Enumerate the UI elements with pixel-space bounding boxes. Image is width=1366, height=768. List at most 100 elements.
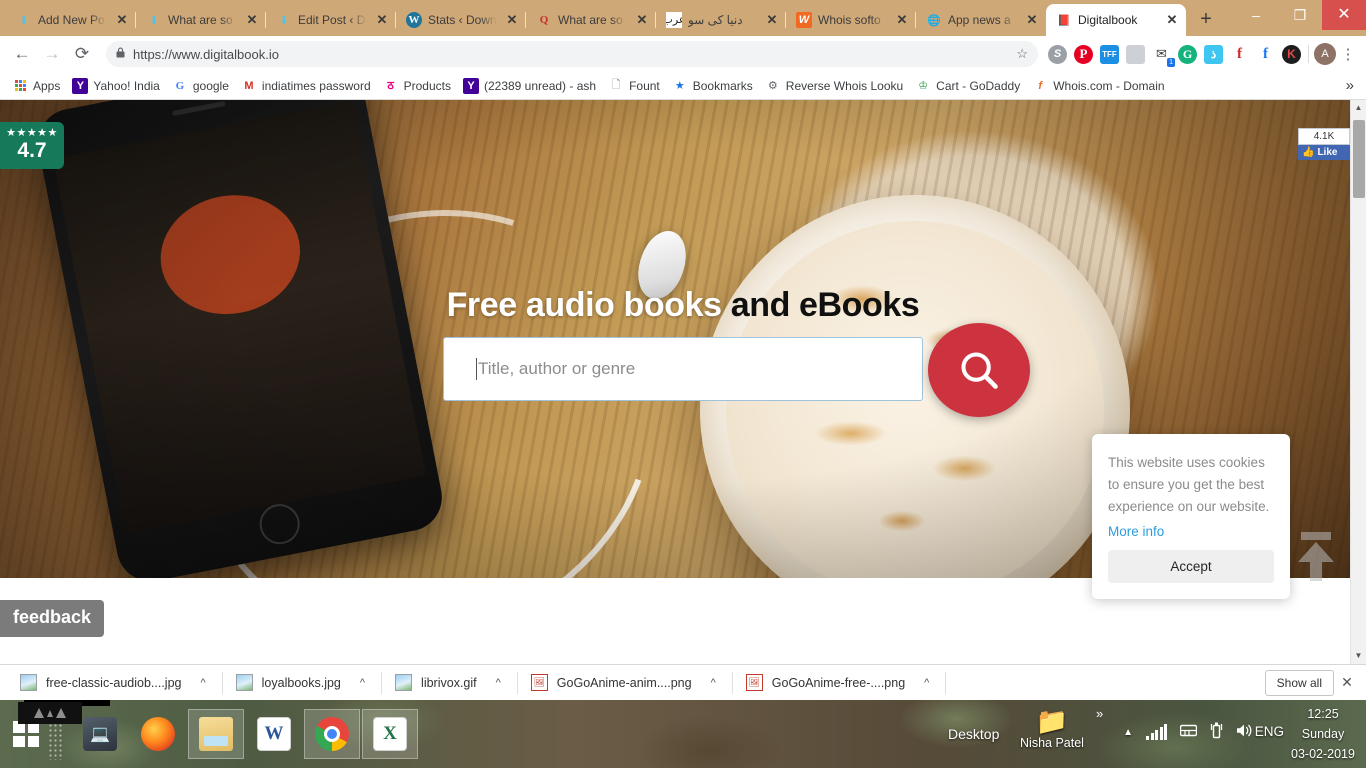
search-button[interactable] [928, 323, 1030, 417]
tab-close-button[interactable]: ✕ [114, 12, 130, 28]
grammarly-extension-icon[interactable]: G [1178, 44, 1197, 64]
search-input[interactable]: Title, author or genre [443, 337, 923, 401]
browser-tab[interactable]: W Whois softo ✕ [785, 4, 916, 36]
download-item[interactable]: loyalbooks.jpg ^ [221, 665, 381, 701]
download-menu-caret[interactable]: ^ [924, 677, 929, 689]
tff-extension-icon[interactable]: TFF [1100, 44, 1119, 64]
skype-extension-icon[interactable]: S [1048, 44, 1067, 64]
chrome-menu-icon[interactable]: ⋮ [1338, 45, 1358, 63]
screen: ⬇ Add New Po ✕ ⬇ What are so ✕ ⬇ Edit Post ‹ D ✕… [0, 0, 1366, 768]
browser-tab[interactable]: عرب دنیا کی سو ✕ [655, 4, 786, 36]
tab-close-button[interactable]: ✕ [1164, 12, 1180, 28]
bookmark-item[interactable]: ♔ Cart - GoDaddy [909, 76, 1026, 96]
download-menu-caret[interactable]: ^ [200, 677, 205, 689]
download-item[interactable]: librivox.gif ^ [381, 665, 517, 701]
maximize-button[interactable]: ❐ [1278, 0, 1322, 30]
excel-taskbar-button[interactable]: X [362, 709, 418, 759]
tab-title: Stats ‹ Down [428, 13, 497, 27]
download-item[interactable]: 🖼 GoGoAnime-anim....png ^ [516, 665, 732, 701]
address-bar[interactable]: https://www.digitalbook.io ☆ [106, 41, 1038, 67]
tab-close-button[interactable]: ✕ [504, 12, 520, 28]
file-thumbnail-icon: 🖼 [530, 674, 548, 691]
facebook-extension-icon[interactable]: f [1256, 45, 1275, 64]
profile-avatar[interactable]: A [1314, 43, 1336, 65]
cookie-accept-button[interactable]: Accept [1108, 550, 1274, 583]
word-taskbar-button[interactable]: W [246, 709, 302, 759]
book-icon: 📕 [1057, 14, 1071, 27]
download-filename: free-classic-audiob....jpg [46, 675, 182, 690]
volume-icon[interactable] [1236, 723, 1254, 742]
browser-tab[interactable]: ⬇ Edit Post ‹ D ✕ [265, 4, 396, 36]
browser-tab[interactable]: ⬇ What are so ✕ [135, 4, 266, 36]
minimize-button[interactable]: – [1234, 0, 1278, 30]
file-explorer-taskbar-button[interactable] [188, 709, 244, 759]
facebook-red-extension-icon[interactable]: f [1230, 45, 1249, 64]
scrollbar-down-arrow[interactable]: ▼ [1351, 648, 1366, 664]
facebook-like-button[interactable]: 👍 Like [1298, 145, 1350, 160]
bookmark-item[interactable]: Y (22389 unread) - ash [457, 76, 602, 96]
browser-tab[interactable]: ⬇ Add New Po ✕ [6, 4, 136, 36]
language-indicator[interactable]: ENG [1255, 724, 1284, 739]
clock[interactable]: 12:25 Sunday 03-02-2019 [1286, 704, 1360, 764]
tab-close-button[interactable]: ✕ [894, 12, 910, 28]
browser-tab[interactable]: W Stats ‹ Down ✕ [395, 4, 526, 36]
new-tab-button[interactable]: + [1192, 6, 1220, 34]
volume-popup-thumbnail[interactable] [18, 702, 82, 724]
download-menu-caret[interactable]: ^ [711, 677, 716, 689]
reload-button[interactable]: ⟳ [68, 40, 96, 68]
feedback-tab[interactable]: feedback [0, 600, 105, 637]
download-menu-caret[interactable]: ^ [496, 677, 501, 689]
download-menu-caret[interactable]: ^ [360, 677, 365, 689]
bookmark-item[interactable]: Mindiatimes password [235, 76, 377, 96]
browser-tab[interactable]: Q What are so ✕ [525, 4, 656, 36]
close-shelf-button[interactable]: ✕ [1334, 674, 1360, 691]
battery-icon[interactable] [1210, 722, 1223, 743]
tab-close-button[interactable]: ✕ [764, 12, 780, 28]
bookmark-item[interactable]: ★ Bookmarks [666, 76, 759, 96]
back-button[interactable]: ← [8, 40, 36, 68]
scrollbar-thumb[interactable] [1353, 120, 1365, 198]
bookmark-item[interactable]: ठ Products [377, 76, 457, 96]
show-desktop-label[interactable]: Desktop [948, 726, 999, 742]
bookmark-star-icon[interactable]: ☆ [1016, 46, 1028, 62]
download-item[interactable]: free-classic-audiob....jpg ^ [6, 665, 222, 701]
bookmark-item[interactable]: Ggoogle [166, 76, 235, 96]
toolbar-overflow-chevron[interactable]: » [1096, 706, 1103, 721]
blue-extension-icon[interactable]: ذ [1204, 44, 1223, 64]
grey-extension-icon[interactable] [1126, 44, 1145, 64]
close-window-button[interactable]: ✕ [1322, 0, 1366, 30]
tab-close-button[interactable]: ✕ [634, 12, 650, 28]
user-folder-shortcut[interactable]: 📁 Nisha Patel [1012, 706, 1092, 750]
scroll-to-top-icon[interactable] [1298, 532, 1334, 581]
search-icon [961, 352, 998, 389]
chrome-taskbar-button[interactable] [304, 709, 360, 759]
show-hidden-icons-button[interactable]: ▲ [1123, 727, 1133, 738]
toolbar-divider [1308, 45, 1309, 63]
browser-tab-active[interactable]: 📕 Digitalbook ✕ [1046, 4, 1186, 36]
bookmark-item[interactable]: Y Yahoo! India [66, 76, 166, 96]
ethernet-icon[interactable] [1179, 724, 1198, 741]
mail-extension-icon[interactable]: ✉ 1 [1152, 45, 1175, 67]
pinterest-extension-icon[interactable]: P [1074, 44, 1093, 64]
bookmarks-overflow-button[interactable]: » [1346, 77, 1360, 94]
browser-tab[interactable]: 🌐 App news a ✕ [915, 4, 1046, 36]
bookmark-item[interactable]: 🗋 Fount [602, 76, 666, 96]
tab-close-button[interactable]: ✕ [244, 12, 260, 28]
download-item[interactable]: 🖼 GoGoAnime-free-....png ^ [731, 665, 946, 701]
bookmark-item[interactable]: ⚙ Reverse Whois Looku [759, 76, 909, 96]
network-signal-icon[interactable] [1146, 724, 1167, 740]
facebook-like-widget[interactable]: 4.1K 👍 Like [1298, 128, 1350, 160]
tab-close-button[interactable]: ✕ [374, 12, 390, 28]
file-explorer-icon [199, 717, 233, 751]
show-all-downloads-button[interactable]: Show all [1264, 669, 1334, 696]
bookmark-item[interactable]: f Whois.com - Domain [1026, 76, 1170, 96]
firefox-taskbar-button[interactable] [130, 709, 186, 759]
forward-button[interactable]: → [38, 40, 66, 68]
tab-title: App news a [948, 13, 1011, 27]
scrollbar-up-arrow[interactable]: ▲ [1351, 100, 1366, 116]
tab-close-button[interactable]: ✕ [1024, 12, 1040, 28]
cookie-more-info-link[interactable]: More info [1108, 524, 1164, 539]
k-extension-icon[interactable]: K [1282, 44, 1301, 64]
star-icon: ★ [674, 80, 685, 92]
bookmark-item[interactable]: Apps [6, 76, 66, 96]
